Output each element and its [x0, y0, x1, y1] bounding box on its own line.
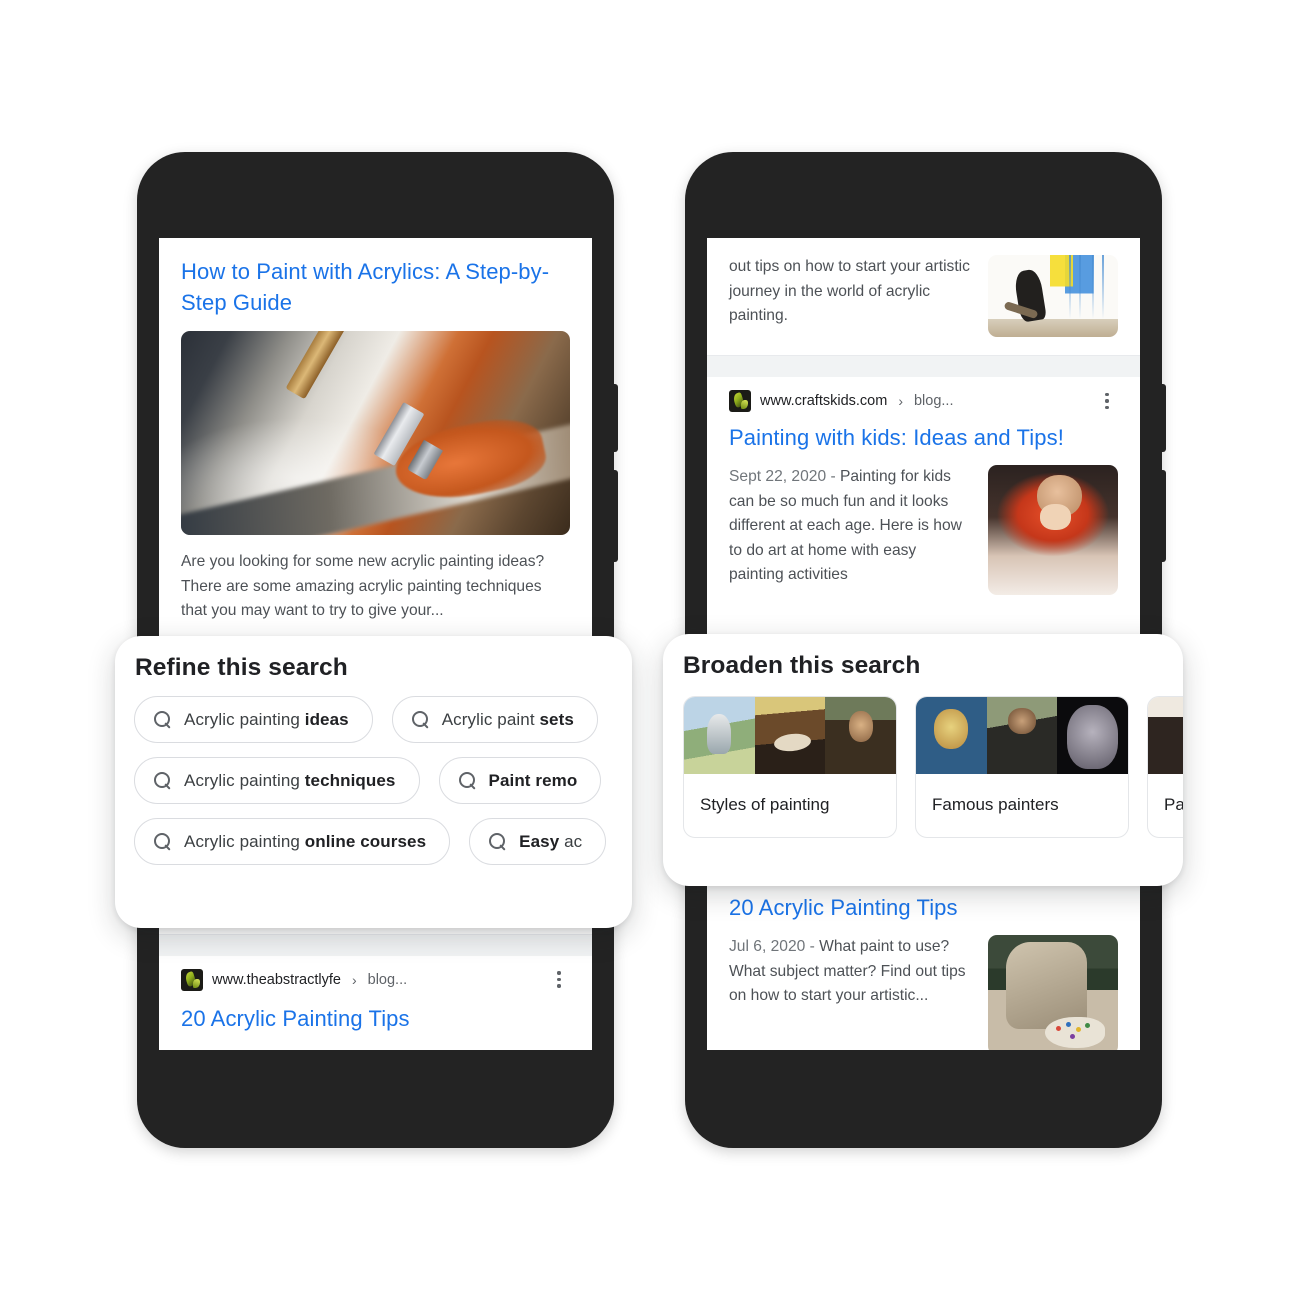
result-title-link[interactable]: Painting with kids: Ideas and Tips!: [729, 422, 1118, 453]
search-result-1-left[interactable]: How to Paint with Acrylics: A Step-by-St…: [159, 238, 592, 624]
panel-title: Broaden this search: [683, 652, 921, 679]
chip-label: Acrylic painting techniques: [184, 770, 396, 790]
card-thumbnail-strip: [684, 697, 896, 774]
result-title-link[interactable]: 20 Acrylic Painting Tips: [729, 892, 1118, 923]
site-favicon-icon: [181, 968, 203, 991]
artwork-thumbnail-cezanne: [986, 697, 1058, 774]
results-divider: [159, 933, 592, 956]
search-result-2-left[interactable]: www.theabstractlyfe › blog... 20 Acrylic…: [159, 956, 592, 1034]
result-date: Sept 22, 2020 -: [729, 468, 840, 485]
result-url-domain: www.theabstractlyfe: [212, 971, 341, 988]
search-icon: [154, 711, 171, 728]
chip-label: Acrylic painting ideas: [184, 709, 349, 729]
artwork-thumbnail-van-gogh: [916, 697, 987, 774]
refine-chip-acrylic-painting-techniques[interactable]: Acrylic painting techniques: [134, 757, 420, 804]
result-thumbnail[interactable]: [988, 255, 1118, 337]
chip-label: Acrylic painting online courses: [184, 831, 427, 851]
artwork-thumbnail-monet: [684, 697, 755, 774]
result-url-domain: www.craftskids.com: [760, 393, 888, 409]
search-icon: [411, 711, 429, 728]
chip-label: Acrylic paint sets: [441, 709, 574, 729]
result-date: Jul 6, 2020 -: [729, 938, 820, 955]
result-snippet-text: Painting for kids can be so much fun and…: [729, 468, 962, 583]
result-url-path: blog...: [367, 971, 408, 988]
artwork-thumbnail-picasso: [1057, 697, 1128, 774]
results-divider: [707, 355, 1140, 377]
artwork-thumbnail-dali: [754, 697, 826, 774]
result-snippet: Jul 6, 2020 - What paint to use? What su…: [729, 935, 970, 1050]
power-button-left-phone[interactable]: [613, 470, 618, 562]
search-icon: [458, 772, 476, 789]
more-options-icon[interactable]: [548, 969, 570, 991]
card-thumbnail-strip: [916, 697, 1128, 774]
artwork-thumbnail-mona-lisa: [825, 697, 896, 774]
broaden-card-famous-painters[interactable]: Famous painters: [915, 696, 1129, 838]
result-source-line[interactable]: www.theabstractlyfe › blog...: [181, 956, 570, 997]
refine-chip-acrylic-painting-ideas[interactable]: Acrylic painting ideas: [134, 696, 373, 743]
search-icon: [154, 833, 171, 850]
volume-button-left-phone[interactable]: [613, 384, 618, 452]
broaden-card-list: Styles of painting Famous painters Pai: [663, 680, 1183, 838]
refine-chip-acrylic-painting-online-courses[interactable]: Acrylic painting online courses: [134, 818, 451, 865]
chip-row: Acrylic painting online courses Easy ac: [134, 818, 632, 865]
broaden-this-search-panel: Broaden this search Styles of painting F…: [663, 634, 1183, 886]
broaden-card-styles-of-painting[interactable]: Styles of painting: [683, 696, 897, 838]
result-title-link[interactable]: 20 Acrylic Painting Tips: [181, 1003, 570, 1034]
refine-chip-acrylic-paint-sets[interactable]: Acrylic paint sets: [391, 696, 598, 743]
refine-chip-easy-acrylic[interactable]: Easy ac: [469, 818, 607, 865]
site-favicon-icon: [729, 390, 751, 412]
chip-row: Acrylic painting techniques Paint remo: [134, 757, 632, 804]
result-snippet-tail: out tips on how to start your artistic j…: [729, 258, 970, 324]
search-result-craftskids[interactable]: www.craftskids.com › blog... Painting wi…: [707, 377, 1140, 595]
volume-button-right-phone[interactable]: [1161, 384, 1166, 452]
refine-chip-list: Acrylic painting ideas Acrylic paint set…: [115, 682, 632, 865]
search-result-partial-top[interactable]: out tips on how to start your artistic j…: [707, 238, 1140, 355]
result-source-line[interactable]: www.craftskids.com › blog...: [729, 377, 1118, 418]
result-thumbnail[interactable]: [988, 465, 1118, 595]
breadcrumb-separator: ›: [351, 971, 357, 988]
refine-this-search-panel: Refine this search Acrylic painting idea…: [115, 636, 632, 928]
search-icon: [154, 772, 171, 789]
power-button-right-phone[interactable]: [1161, 470, 1166, 562]
card-label: Styles of painting: [700, 795, 830, 814]
artwork-thumbnail-face-paint: [1148, 697, 1183, 774]
result-hero-image[interactable]: [181, 331, 570, 535]
chip-row: Acrylic painting ideas Acrylic paint set…: [134, 696, 632, 743]
breadcrumb-separator: ›: [898, 393, 903, 409]
card-label: Pai: [1164, 795, 1183, 814]
card-thumbnail-strip: [1148, 697, 1183, 774]
result-url-path: blog...: [913, 393, 954, 409]
chip-label: Paint remo: [488, 770, 578, 790]
result-snippet: Are you looking for some new acrylic pai…: [181, 553, 545, 619]
result-title-link[interactable]: How to Paint with Acrylics: A Step-by-St…: [181, 256, 570, 318]
result-thumbnail[interactable]: [988, 935, 1118, 1050]
more-options-icon[interactable]: [1096, 390, 1118, 412]
refine-chip-paint-remover[interactable]: Paint remo: [438, 757, 602, 804]
broaden-card-face-painting[interactable]: Pai: [1147, 696, 1183, 838]
result-snippet: Sept 22, 2020 - Painting for kids can be…: [729, 465, 970, 595]
search-icon: [489, 833, 506, 850]
panel-title: Refine this search: [135, 654, 348, 681]
card-label: Famous painters: [932, 795, 1059, 814]
chip-label: Easy ac: [519, 831, 583, 851]
